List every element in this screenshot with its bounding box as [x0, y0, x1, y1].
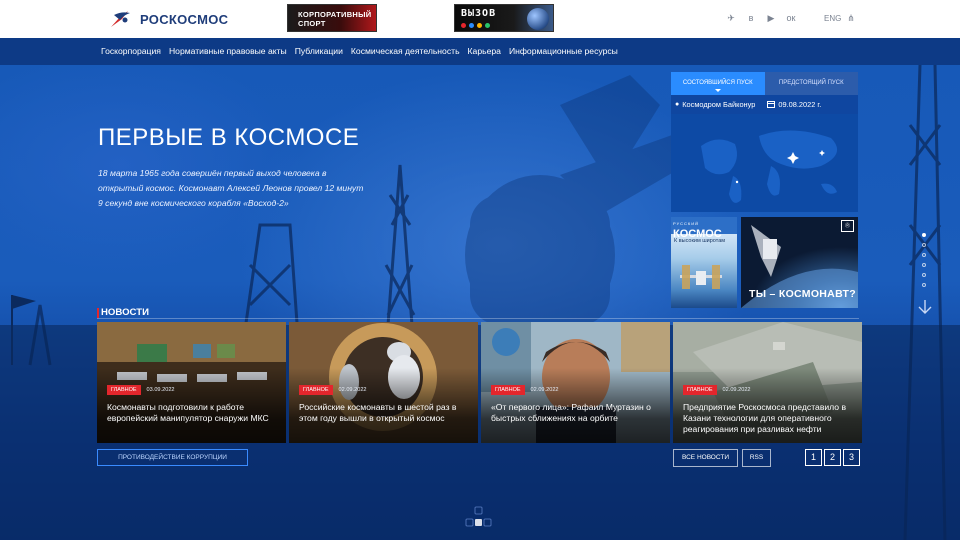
news-tag: ГЛАВНОЕ — [107, 385, 141, 395]
hero-description: 18 марта 1965 года совершён первый выход… — [98, 166, 374, 211]
nav-item-space-activity[interactable]: Космическая деятельность — [351, 46, 460, 56]
odnoklassniki-icon[interactable]: ок — [785, 12, 797, 24]
page-2-button[interactable]: 2 — [824, 449, 841, 466]
news-card[interactable]: ГЛАВНОЕ 02.09.2022 «От первого лица»: Ра… — [481, 322, 670, 443]
news-title: Предприятие Роскосмоса представило в Каз… — [683, 402, 847, 434]
planet-icon — [527, 8, 549, 30]
youtube-icon[interactable]: ▶ — [765, 12, 777, 24]
language-switch[interactable]: ENG — [824, 14, 841, 23]
news-tag: ГЛАВНОЕ — [299, 385, 333, 395]
magazine-cover[interactable]: РУССКИЙ КОСМОС К высоким широтам — [671, 217, 737, 308]
news-title: Российские космонавты в шестой раз в это… — [299, 402, 457, 423]
launch-world-map[interactable] — [671, 114, 858, 212]
tab-past-launch[interactable]: СОСТОЯВШИЙСЯ ПУСК — [671, 72, 765, 95]
news-divider — [97, 318, 859, 319]
vyzov-banner-dots — [461, 23, 490, 28]
scroll-controls-icon[interactable] — [465, 506, 493, 530]
news-heading: НОВОСТИ — [97, 307, 149, 318]
top-bar: РОСКОСМОС КОРПОРАТИВНЫЙ СПОРТ ВЫЗОВ ✈ в … — [0, 0, 960, 38]
slider-dot-3[interactable] — [922, 253, 926, 257]
news-title: «От первого лица»: Рафаил Муртазин о быс… — [491, 402, 651, 423]
slider-dot-2[interactable] — [922, 243, 926, 247]
news-date: 02.09.2022 — [338, 387, 367, 393]
hero-desc-line3: 9 секунд вне космического корабля «Восхо… — [98, 198, 289, 208]
hero-slider: ПЕРВЫЕ В КОСМОСЕ 18 марта 1965 года сове… — [0, 65, 960, 540]
vyzov-banner[interactable]: ВЫЗОВ — [454, 4, 554, 32]
news-card[interactable]: ГЛАВНОЕ 02.09.2022 Российские космонавты… — [289, 322, 478, 443]
social-links: ✈ в ▶ ок — [725, 12, 797, 24]
telegram-icon[interactable]: ✈ — [725, 12, 737, 24]
hero-desc-line1: 18 марта 1965 года совершён первый выход… — [98, 168, 327, 178]
launch-widget: СОСТОЯВШИЙСЯ ПУСК ПРЕДСТОЯЩИЙ ПУСК ● Кос… — [671, 72, 858, 212]
logo-text: РОСКОСМОС — [140, 11, 229, 27]
corporate-sport-banner[interactable]: КОРПОРАТИВНЫЙ СПОРТ — [287, 4, 377, 32]
slider-dot-6[interactable] — [922, 283, 926, 287]
news-tag: ГЛАВНОЕ — [491, 385, 525, 395]
tab-upcoming-launch[interactable]: ПРЕДСТОЯЩИЙ ПУСК — [764, 72, 858, 95]
news-card[interactable]: ГЛАВНОЕ 02.09.2022 Предприятие Роскосмос… — [673, 322, 862, 443]
rss-button[interactable]: RSS — [742, 449, 771, 467]
location-pin-icon: ● — [675, 100, 680, 108]
news-heading-accent — [97, 307, 99, 318]
sport-banner-line2: СПОРТ — [298, 19, 326, 28]
roscosmos-logo[interactable]: РОСКОСМОС — [108, 8, 228, 30]
roscosmos-emblem-icon — [111, 11, 130, 27]
nav-item-legal-acts[interactable]: Нормативные правовые акты — [169, 46, 287, 56]
sitemap-icon[interactable]: ⋔ — [845, 12, 857, 24]
main-nav: Госкорпорация Нормативные правовые акты … — [0, 38, 960, 65]
magazine-header: РУССКИЙ КОСМОС — [671, 217, 737, 240]
nav-item-goskorporatsiya[interactable]: Госкорпорация — [101, 46, 161, 56]
world-map-image — [701, 130, 838, 203]
all-news-button[interactable]: ВСЕ НОВОСТИ — [673, 449, 738, 467]
hero-desc-line2: открытый космос. Космонавт Алексей Леоно… — [98, 183, 364, 193]
page-3-button[interactable]: 3 — [843, 449, 860, 466]
iss-icon — [680, 265, 722, 289]
become-cosmonaut-promo[interactable]: Ⓡ ТЫ – КОСМОНАВТ? — [741, 217, 858, 308]
slider-dot-5[interactable] — [922, 273, 926, 277]
launch-info: ● Космодром Байконур 09.08.2022 г. — [671, 95, 858, 113]
news-heading-text: НОВОСТИ — [101, 307, 149, 318]
news-tag: ГЛАВНОЕ — [683, 385, 717, 395]
news-date: 03.09.2022 — [146, 387, 175, 393]
nav-item-publications[interactable]: Публикации — [295, 46, 343, 56]
anticorruption-button[interactable]: ПРОТИВОДЕЙСТВИЕ КОРРУПЦИИ — [97, 449, 248, 466]
nav-item-career[interactable]: Карьера — [468, 46, 501, 56]
slider-dot-1[interactable] — [922, 233, 926, 237]
slider-dot-4[interactable] — [922, 263, 926, 267]
news-date: 02.09.2022 — [722, 387, 751, 393]
news-date: 02.09.2022 — [530, 387, 559, 393]
launch-date: 09.08.2022 г. — [778, 99, 822, 109]
promo-label: ТЫ – КОСМОНАВТ? — [749, 288, 856, 300]
slider-dots — [922, 233, 926, 287]
vk-icon[interactable]: в — [745, 12, 757, 24]
launch-place: Космодром Байконур — [682, 99, 756, 109]
news-pagination: 1 2 3 — [805, 449, 860, 466]
scroll-down-arrow-icon[interactable] — [917, 299, 933, 315]
promo-logo-icon: Ⓡ — [841, 220, 854, 232]
launch-date-wrap: 09.08.2022 г. — [767, 100, 821, 109]
calendar-icon — [767, 101, 776, 108]
news-title: Космонавты подготовили к работе европейс… — [107, 402, 269, 423]
hero-title: ПЕРВЫЕ В КОСМОСЕ — [98, 124, 360, 151]
page-1-button[interactable]: 1 — [805, 449, 822, 466]
sport-banner-line1: КОРПОРАТИВНЫЙ — [298, 10, 372, 19]
nav-item-info-resources[interactable]: Информационные ресурсы — [509, 46, 618, 56]
news-card[interactable]: ГЛАВНОЕ 03.09.2022 Космонавты подготовил… — [97, 322, 286, 443]
